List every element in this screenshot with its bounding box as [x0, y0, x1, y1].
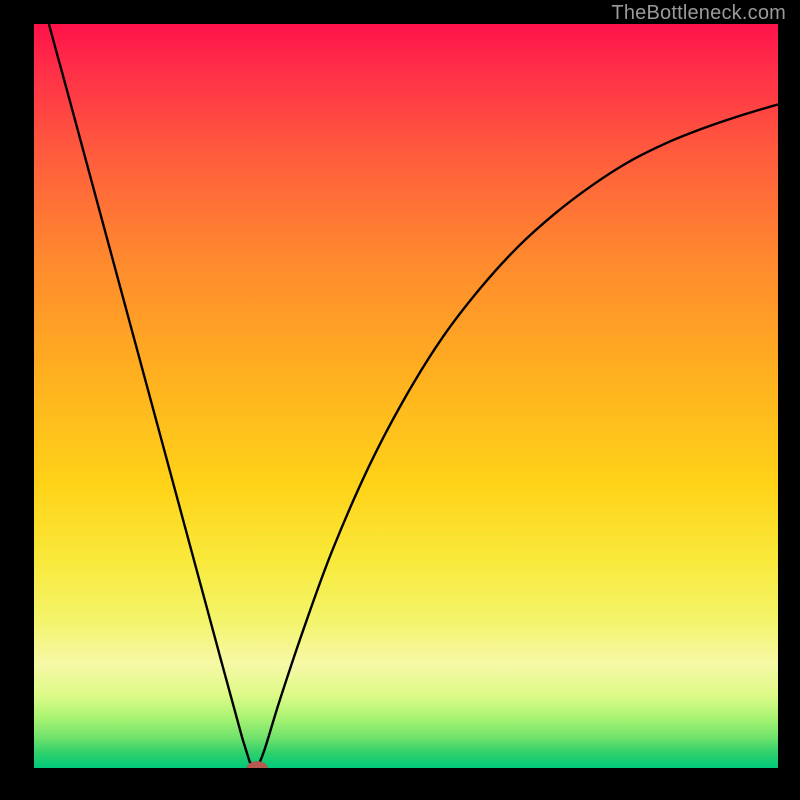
plot-svg [34, 24, 778, 768]
curve-left [49, 24, 257, 768]
chart-frame: TheBottleneck.com [0, 0, 800, 800]
plot-area [34, 24, 778, 768]
curve-right [257, 104, 778, 768]
watermark-text: TheBottleneck.com [611, 2, 786, 25]
